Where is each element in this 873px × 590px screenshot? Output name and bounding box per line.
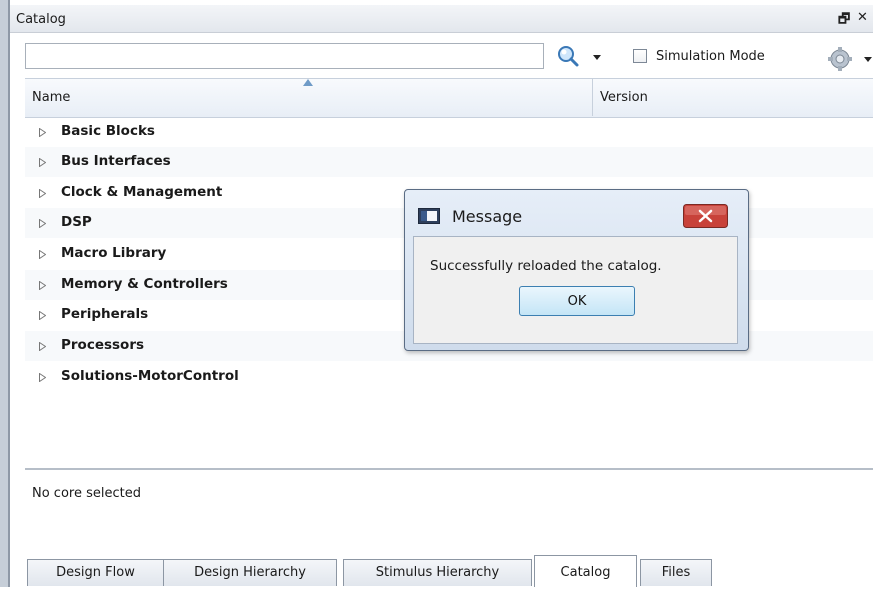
panel-titlebar xyxy=(10,5,873,33)
tree-item-solutions-motorcontrol[interactable]: Solutions-MotorControl xyxy=(25,362,873,392)
tab-design-flow[interactable]: Design Flow xyxy=(27,559,164,586)
window-left-edge xyxy=(0,0,8,587)
tab-design-hierarchy[interactable]: Design Hierarchy xyxy=(163,559,337,586)
tree-item-basic-blocks[interactable]: Basic Blocks xyxy=(25,117,873,147)
expand-arrow-icon[interactable] xyxy=(39,342,46,351)
expand-arrow-icon[interactable] xyxy=(39,219,46,228)
column-header-name[interactable]: Name xyxy=(32,90,70,105)
expand-arrow-icon[interactable] xyxy=(39,128,46,137)
tree-item-label: Memory & Controllers xyxy=(61,276,228,292)
tab-catalog[interactable]: Catalog xyxy=(534,555,637,587)
tree-item-label: Solutions-MotorControl xyxy=(61,368,239,384)
search-button[interactable] xyxy=(555,42,603,70)
tree-item-bus-interfaces[interactable]: Bus Interfaces xyxy=(25,147,873,177)
tree-item-label: Macro Library xyxy=(61,245,167,261)
expand-arrow-icon[interactable] xyxy=(39,189,46,198)
tree-item-label: Basic Blocks xyxy=(61,123,155,139)
tree-item-label: Clock & Management xyxy=(61,184,223,200)
simulation-mode-label: Simulation Mode xyxy=(656,49,765,64)
expand-arrow-icon[interactable] xyxy=(39,158,46,167)
core-description-text: No core selected xyxy=(32,486,141,501)
application-icon xyxy=(418,208,440,224)
column-header-version[interactable]: Version xyxy=(600,90,648,105)
tree-item-label: DSP xyxy=(61,214,92,230)
options-button[interactable] xyxy=(828,44,873,72)
tree-item-label: Peripherals xyxy=(61,306,149,322)
column-divider[interactable] xyxy=(592,79,593,116)
ok-button[interactable]: OK xyxy=(519,286,635,316)
dialog-close-button[interactable] xyxy=(683,204,728,228)
restore-icon[interactable]: 🗗 xyxy=(838,10,850,32)
expand-arrow-icon[interactable] xyxy=(39,311,46,320)
column-header-row xyxy=(25,78,873,118)
dialog-title: Message xyxy=(452,207,523,226)
magnifier-icon xyxy=(558,46,601,67)
panel-title: Catalog xyxy=(16,12,66,27)
dialog-message: Successfully reloaded the catalog. xyxy=(430,258,662,274)
expand-arrow-icon[interactable] xyxy=(39,281,46,290)
tab-stimulus-hierarchy[interactable]: Stimulus Hierarchy xyxy=(343,559,532,586)
core-description-panel xyxy=(25,470,873,548)
search-input[interactable] xyxy=(25,43,544,69)
sort-ascending-icon xyxy=(303,79,313,86)
gear-icon xyxy=(828,47,872,71)
simulation-mode-checkbox[interactable] xyxy=(633,49,647,63)
tab-files[interactable]: Files xyxy=(640,559,712,586)
expand-arrow-icon[interactable] xyxy=(39,250,46,259)
tree-item-label: Processors xyxy=(61,337,145,353)
close-icon xyxy=(683,204,728,228)
tree-item-label: Bus Interfaces xyxy=(61,153,171,169)
expand-arrow-icon[interactable] xyxy=(39,373,46,382)
close-panel-icon[interactable]: ✕ xyxy=(857,10,868,25)
